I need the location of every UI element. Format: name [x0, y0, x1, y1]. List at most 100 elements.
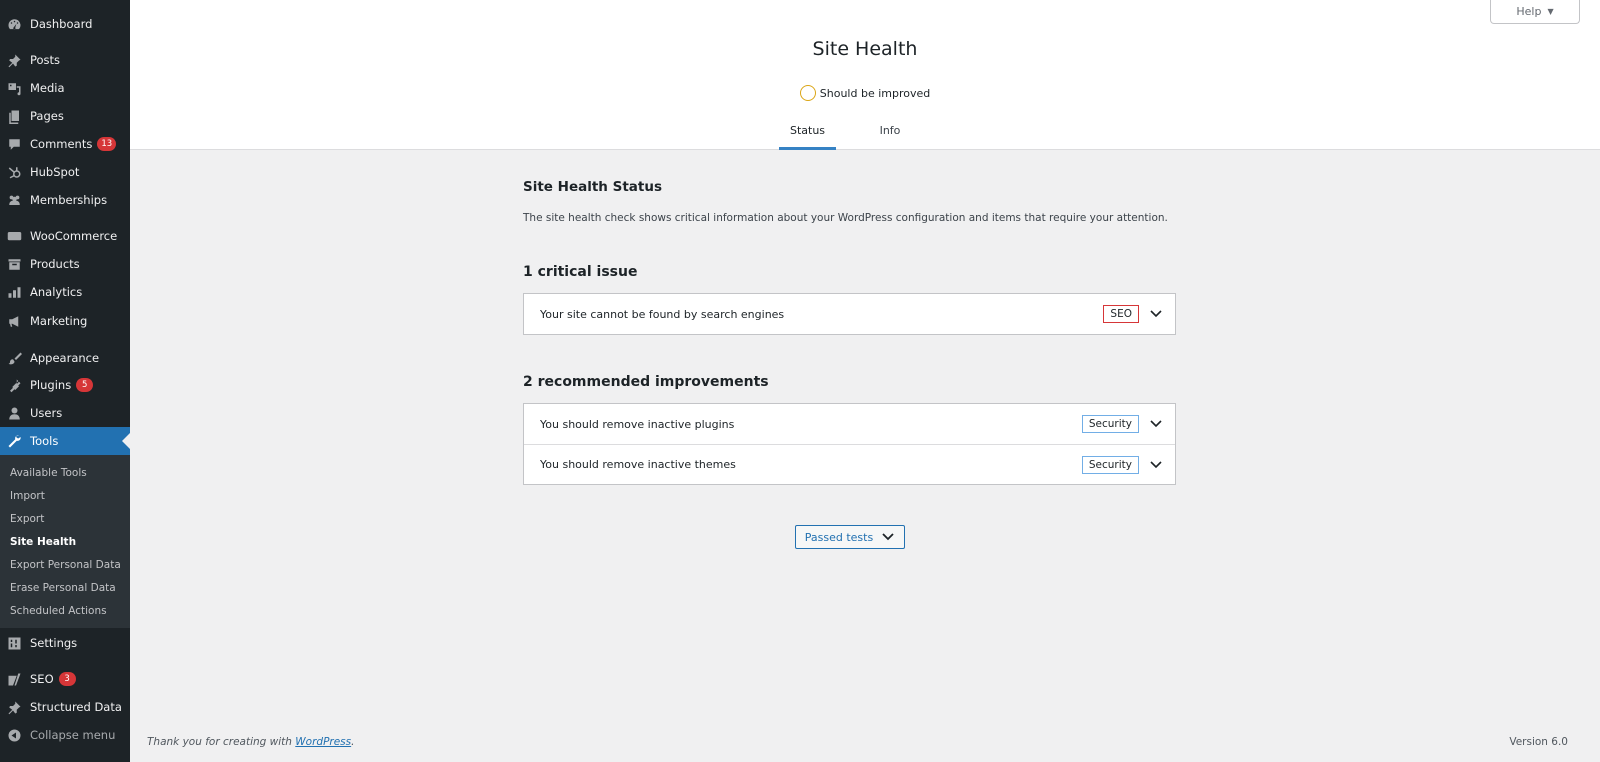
chevron-down-icon[interactable]	[1149, 458, 1163, 472]
health-status-label: Should be improved	[819, 86, 931, 100]
chevron-down-icon[interactable]	[1149, 307, 1163, 321]
wrench-icon	[7, 434, 22, 449]
issue-label: Your site cannot be found by search engi…	[540, 307, 785, 321]
sidebar-item-label: Products	[30, 257, 80, 271]
sidebar-item-label: Memberships	[30, 193, 108, 207]
admin-sidebar: Dashboard Posts Media Pages Comments 13 …	[0, 0, 130, 762]
sidebar-item-tools[interactable]: Tools	[0, 427, 130, 455]
issue-row[interactable]: You should remove inactive plugins Secur…	[524, 404, 1175, 444]
submenu-scheduled-actions[interactable]: Scheduled Actions	[10, 602, 107, 620]
section-title: Site Health Status	[523, 179, 663, 195]
comments-count-badge: 13	[97, 137, 117, 151]
issue-tag: Security	[1081, 415, 1139, 433]
sidebar-item-label: WooCommerce	[30, 229, 118, 243]
hubspot-icon	[7, 165, 22, 180]
submenu-available-tools[interactable]: Available Tools	[10, 464, 87, 482]
issue-row[interactable]: You should remove inactive themes Securi…	[524, 444, 1175, 484]
sidebar-item-label: Analytics	[30, 285, 83, 299]
sidebar-item-label: Structured Data	[30, 700, 122, 714]
issue-tag: Security	[1081, 455, 1139, 474]
sidebar-item-dashboard[interactable]: Dashboard	[0, 10, 130, 38]
media-icon	[7, 81, 22, 96]
sidebar-item-comments[interactable]: Comments 13	[0, 130, 130, 158]
user-icon	[7, 406, 22, 421]
bar-chart-icon	[7, 285, 22, 300]
sidebar-item-hubspot[interactable]: HubSpot	[0, 158, 130, 186]
help-label: Help	[1516, 5, 1542, 18]
sidebar-item-woocommerce[interactable]: WooCommerce	[0, 222, 130, 250]
caret-down-icon: ▼	[1547, 7, 1554, 16]
submenu-export[interactable]: Export	[10, 510, 44, 528]
sidebar-item-label: Tools	[30, 434, 59, 448]
sidebar-item-label: Users	[30, 406, 63, 420]
submenu-site-health[interactable]: Site Health	[10, 533, 76, 551]
passed-tests-label: Passed tests	[804, 530, 874, 544]
submenu-export-personal-data[interactable]: Export Personal Data	[10, 556, 121, 574]
sidebar-item-seo[interactable]: SEO 3	[0, 665, 130, 693]
yoast-icon	[7, 672, 22, 687]
seo-count-badge: 3	[58, 672, 76, 686]
sidebar-item-label: Pages	[30, 109, 64, 123]
critical-issues-heading: 1 critical issue	[523, 264, 638, 280]
sidebar-item-plugins[interactable]: Plugins 5	[0, 371, 130, 399]
sidebar-item-structured-data[interactable]: Structured Data	[0, 693, 130, 721]
sidebar-item-label: Media	[30, 81, 65, 95]
section-description: The site health check shows critical inf…	[523, 212, 1168, 224]
sidebar-item-posts[interactable]: Posts	[0, 46, 130, 74]
pages-icon	[7, 109, 22, 124]
sidebar-item-label: Posts	[30, 53, 61, 67]
chevron-down-icon[interactable]	[1149, 417, 1163, 431]
footer-thanks-text: Thank you for creating with	[147, 736, 296, 748]
sidebar-item-label: Settings	[30, 636, 78, 650]
settings-icon	[7, 636, 22, 651]
comment-icon	[7, 137, 22, 152]
sidebar-item-users[interactable]: Users	[0, 399, 130, 427]
sidebar-item-media[interactable]: Media	[0, 74, 130, 102]
passed-tests-button[interactable]: Passed tests	[795, 525, 905, 549]
groups-icon	[7, 193, 22, 208]
status-ring-icon	[799, 85, 816, 101]
sidebar-item-settings[interactable]: Settings	[0, 629, 130, 657]
sidebar-item-label: Collapse menu	[30, 728, 116, 742]
sidebar-item-memberships[interactable]: Memberships	[0, 186, 130, 214]
sidebar-item-label: SEO	[30, 672, 54, 686]
issue-row[interactable]: Your site cannot be found by search engi…	[524, 294, 1175, 334]
help-button[interactable]: Help ▼	[1490, 0, 1580, 24]
sidebar-item-pages[interactable]: Pages	[0, 102, 130, 130]
footer-version: Version 6.0	[1509, 736, 1568, 748]
sidebar-item-label: HubSpot	[30, 165, 80, 179]
wordpress-link[interactable]: WordPress	[295, 736, 351, 748]
site-health-header: Help ▼ Site Health Should be improved St…	[130, 0, 1600, 150]
tab-info[interactable]: Info	[870, 114, 910, 150]
sidebar-item-marketing[interactable]: Marketing	[0, 307, 130, 335]
megaphone-icon	[7, 314, 22, 329]
pin-icon	[7, 700, 22, 715]
tab-status[interactable]: Status	[779, 114, 836, 150]
recommended-improvements-heading: 2 recommended improvements	[523, 374, 769, 390]
collapse-icon	[7, 728, 22, 743]
dashboard-icon	[7, 17, 22, 32]
recommended-improvements-list: You should remove inactive plugins Secur…	[523, 403, 1176, 485]
footer-thanks-suffix: .	[351, 736, 355, 748]
woocommerce-icon	[7, 229, 22, 244]
sidebar-item-label: Dashboard	[30, 17, 93, 31]
issue-label: You should remove inactive plugins	[540, 417, 735, 431]
archive-icon	[7, 257, 22, 272]
page-title: Site Health	[812, 38, 918, 60]
sidebar-item-label: Marketing	[30, 314, 88, 328]
sidebar-item-label: Plugins	[30, 378, 72, 392]
sidebar-item-label: Comments	[30, 137, 93, 151]
sidebar-item-products[interactable]: Products	[0, 250, 130, 278]
submenu-import[interactable]: Import	[10, 487, 45, 505]
issue-label: You should remove inactive themes	[540, 458, 736, 471]
sidebar-item-label: Appearance	[30, 351, 100, 365]
chevron-down-icon	[881, 530, 895, 544]
sidebar-item-appearance[interactable]: Appearance	[0, 344, 130, 372]
plugin-icon	[7, 378, 22, 393]
paintbrush-icon	[7, 351, 22, 366]
sidebar-item-analytics[interactable]: Analytics	[0, 278, 130, 306]
plugins-count-badge: 5	[76, 378, 94, 392]
pin-icon	[7, 53, 22, 68]
submenu-erase-personal-data[interactable]: Erase Personal Data	[10, 579, 116, 597]
collapse-menu-button[interactable]: Collapse menu	[0, 721, 130, 749]
